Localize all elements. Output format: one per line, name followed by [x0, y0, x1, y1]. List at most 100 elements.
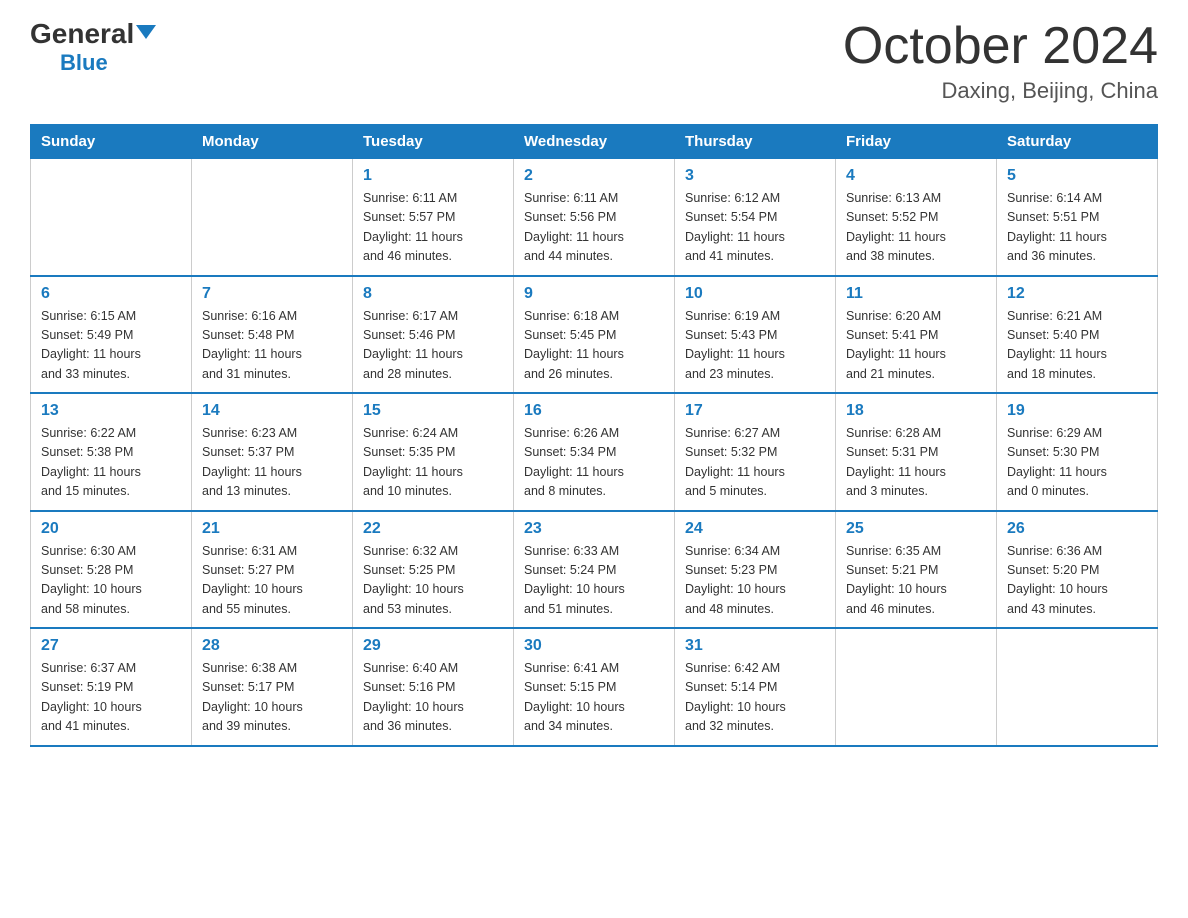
- calendar-cell: [997, 628, 1158, 746]
- day-number: 19: [1007, 402, 1147, 420]
- day-info: Sunrise: 6:18 AMSunset: 5:45 PMDaylight:…: [524, 307, 664, 385]
- day-info: Sunrise: 6:19 AMSunset: 5:43 PMDaylight:…: [685, 307, 825, 385]
- calendar-cell: [836, 628, 997, 746]
- calendar-cell: 31Sunrise: 6:42 AMSunset: 5:14 PMDayligh…: [675, 628, 836, 746]
- day-number: 9: [524, 285, 664, 303]
- day-number: 26: [1007, 520, 1147, 538]
- header-wednesday: Wednesday: [514, 125, 675, 159]
- calendar-cell: 16 Sunrise: 6:26 AMSunset: 5:34 PMDayligh…: [514, 393, 675, 511]
- day-info: Sunrise: 6:42 AMSunset: 5:14 PMDaylight:…: [685, 659, 825, 737]
- day-number: 27: [41, 637, 181, 655]
- calendar-cell: [31, 159, 192, 276]
- calendar-cell: 19 Sunrise: 6:29 AMSunset: 5:30 PMDayligh…: [997, 393, 1158, 511]
- calendar-cell: 13 Sunrise: 6:22 AMSunset: 5:38 PMDayligh…: [31, 393, 192, 511]
- day-number: 12: [1007, 285, 1147, 303]
- day-number: 20: [41, 520, 181, 538]
- calendar-cell: 23 Sunrise: 6:33 AMSunset: 5:24 PMDayligh…: [514, 511, 675, 629]
- calendar-week-row: 20 Sunrise: 6:30 AMSunset: 5:28 PMDayligh…: [31, 511, 1158, 629]
- day-info: Sunrise: 6:36 AMSunset: 5:20 PMDaylight:…: [1007, 542, 1147, 620]
- page-header: General Blue October 2024 Daxing, Beijin…: [30, 20, 1158, 104]
- day-number: 17: [685, 402, 825, 420]
- calendar-cell: 14 Sunrise: 6:23 AMSunset: 5:37 PMDayligh…: [192, 393, 353, 511]
- day-info: Sunrise: 6:26 AMSunset: 5:34 PMDaylight:…: [524, 424, 664, 502]
- calendar-cell: 9 Sunrise: 6:18 AMSunset: 5:45 PMDaylight…: [514, 276, 675, 394]
- day-info: Sunrise: 6:28 AMSunset: 5:31 PMDaylight:…: [846, 424, 986, 502]
- day-info: Sunrise: 6:23 AMSunset: 5:37 PMDaylight:…: [202, 424, 342, 502]
- calendar-cell: 15Sunrise: 6:24 AMSunset: 5:35 PMDayligh…: [353, 393, 514, 511]
- day-info: Sunrise: 6:11 AMSunset: 5:57 PMDaylight:…: [363, 189, 503, 267]
- day-info: Sunrise: 6:21 AMSunset: 5:40 PMDaylight:…: [1007, 307, 1147, 385]
- calendar-cell: 30 Sunrise: 6:41 AMSunset: 5:15 PMDayligh…: [514, 628, 675, 746]
- day-number: 24: [685, 520, 825, 538]
- calendar-cell: 5Sunrise: 6:14 AMSunset: 5:51 PMDaylight…: [997, 159, 1158, 276]
- day-info: Sunrise: 6:34 AMSunset: 5:23 PMDaylight:…: [685, 542, 825, 620]
- calendar-cell: 22Sunrise: 6:32 AMSunset: 5:25 PMDayligh…: [353, 511, 514, 629]
- day-number: 14: [202, 402, 342, 420]
- calendar-cell: 3 Sunrise: 6:12 AMSunset: 5:54 PMDaylight…: [675, 159, 836, 276]
- day-info: Sunrise: 6:24 AMSunset: 5:35 PMDaylight:…: [363, 424, 503, 502]
- day-number: 5: [1007, 167, 1147, 185]
- day-info: Sunrise: 6:30 AMSunset: 5:28 PMDaylight:…: [41, 542, 181, 620]
- calendar-cell: 29 Sunrise: 6:40 AMSunset: 5:16 PMDayligh…: [353, 628, 514, 746]
- day-info: Sunrise: 6:33 AMSunset: 5:24 PMDaylight:…: [524, 542, 664, 620]
- calendar-week-row: 13 Sunrise: 6:22 AMSunset: 5:38 PMDayligh…: [31, 393, 1158, 511]
- calendar-cell: 7Sunrise: 6:16 AMSunset: 5:48 PMDaylight…: [192, 276, 353, 394]
- day-number: 6: [41, 285, 181, 303]
- calendar-cell: 6Sunrise: 6:15 AMSunset: 5:49 PMDaylight…: [31, 276, 192, 394]
- day-info: Sunrise: 6:40 AMSunset: 5:16 PMDaylight:…: [363, 659, 503, 737]
- day-info: Sunrise: 6:20 AMSunset: 5:41 PMDaylight:…: [846, 307, 986, 385]
- day-number: 30: [524, 637, 664, 655]
- calendar-week-row: 27 Sunrise: 6:37 AMSunset: 5:19 PMDayligh…: [31, 628, 1158, 746]
- calendar-cell: 2Sunrise: 6:11 AMSunset: 5:56 PMDaylight…: [514, 159, 675, 276]
- day-number: 13: [41, 402, 181, 420]
- day-info: Sunrise: 6:41 AMSunset: 5:15 PMDaylight:…: [524, 659, 664, 737]
- day-number: 11: [846, 285, 986, 303]
- header-tuesday: Tuesday: [353, 125, 514, 159]
- calendar-subtitle: Daxing, Beijing, China: [843, 78, 1158, 104]
- header-row: SundayMondayTuesdayWednesdayThursdayFrid…: [31, 125, 1158, 159]
- calendar-cell: 24 Sunrise: 6:34 AMSunset: 5:23 PMDayligh…: [675, 511, 836, 629]
- calendar-cell: 12 Sunrise: 6:21 AMSunset: 5:40 PMDayligh…: [997, 276, 1158, 394]
- day-number: 29: [363, 637, 503, 655]
- day-info: Sunrise: 6:29 AMSunset: 5:30 PMDaylight:…: [1007, 424, 1147, 502]
- day-info: Sunrise: 6:12 AMSunset: 5:54 PMDaylight:…: [685, 189, 825, 267]
- day-number: 3: [685, 167, 825, 185]
- calendar-cell: 10 Sunrise: 6:19 AMSunset: 5:43 PMDayligh…: [675, 276, 836, 394]
- title-block: October 2024 Daxing, Beijing, China: [843, 20, 1158, 104]
- day-number: 28: [202, 637, 342, 655]
- calendar-cell: 27 Sunrise: 6:37 AMSunset: 5:19 PMDayligh…: [31, 628, 192, 746]
- calendar-week-row: 1 Sunrise: 6:11 AMSunset: 5:57 PMDaylight…: [31, 159, 1158, 276]
- header-thursday: Thursday: [675, 125, 836, 159]
- day-number: 4: [846, 167, 986, 185]
- calendar-week-row: 6Sunrise: 6:15 AMSunset: 5:49 PMDaylight…: [31, 276, 1158, 394]
- header-monday: Monday: [192, 125, 353, 159]
- calendar-cell: 21Sunrise: 6:31 AMSunset: 5:27 PMDayligh…: [192, 511, 353, 629]
- calendar-cell: 1 Sunrise: 6:11 AMSunset: 5:57 PMDaylight…: [353, 159, 514, 276]
- calendar-cell: 4 Sunrise: 6:13 AMSunset: 5:52 PMDaylight…: [836, 159, 997, 276]
- calendar-cell: 8 Sunrise: 6:17 AMSunset: 5:46 PMDaylight…: [353, 276, 514, 394]
- day-info: Sunrise: 6:22 AMSunset: 5:38 PMDaylight:…: [41, 424, 181, 502]
- calendar-cell: 18Sunrise: 6:28 AMSunset: 5:31 PMDayligh…: [836, 393, 997, 511]
- day-number: 16: [524, 402, 664, 420]
- day-number: 23: [524, 520, 664, 538]
- day-number: 1: [363, 167, 503, 185]
- day-info: Sunrise: 6:37 AMSunset: 5:19 PMDaylight:…: [41, 659, 181, 737]
- calendar-cell: 25 Sunrise: 6:35 AMSunset: 5:21 PMDayligh…: [836, 511, 997, 629]
- day-info: Sunrise: 6:17 AMSunset: 5:46 PMDaylight:…: [363, 307, 503, 385]
- calendar-cell: 11 Sunrise: 6:20 AMSunset: 5:41 PMDayligh…: [836, 276, 997, 394]
- day-number: 10: [685, 285, 825, 303]
- day-info: Sunrise: 6:13 AMSunset: 5:52 PMDaylight:…: [846, 189, 986, 267]
- header-saturday: Saturday: [997, 125, 1158, 159]
- calendar-table: SundayMondayTuesdayWednesdayThursdayFrid…: [30, 124, 1158, 747]
- logo-blue: Blue: [60, 50, 108, 76]
- day-number: 7: [202, 285, 342, 303]
- day-number: 25: [846, 520, 986, 538]
- day-number: 8: [363, 285, 503, 303]
- day-number: 22: [363, 520, 503, 538]
- calendar-cell: 28Sunrise: 6:38 AMSunset: 5:17 PMDayligh…: [192, 628, 353, 746]
- logo-triangle-icon: [136, 25, 156, 39]
- header-sunday: Sunday: [31, 125, 192, 159]
- calendar-title: October 2024: [843, 20, 1158, 72]
- day-info: Sunrise: 6:35 AMSunset: 5:21 PMDaylight:…: [846, 542, 986, 620]
- calendar-cell: [192, 159, 353, 276]
